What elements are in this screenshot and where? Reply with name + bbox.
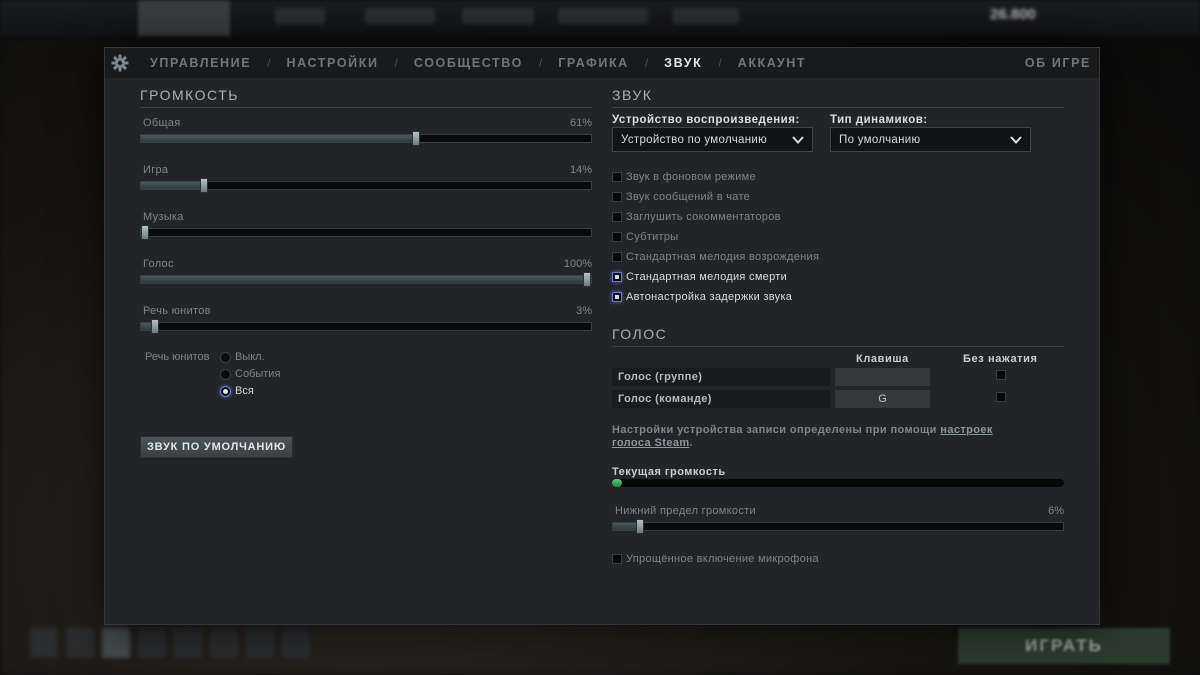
radio-label: Вся (235, 385, 254, 397)
radio-events[interactable]: События (220, 368, 280, 380)
checkbox-label: Заглушить сокомментаторов (626, 211, 781, 223)
slider-value: 14% (569, 164, 592, 176)
tab-controls[interactable]: УПРАВЛЕНИЕ (150, 56, 251, 70)
chevron-down-icon (1010, 136, 1022, 144)
slider-track[interactable] (140, 131, 592, 146)
slider-value: 3% (576, 305, 592, 317)
slider-handle[interactable] (200, 178, 208, 193)
slider-handle[interactable] (150, 319, 159, 334)
radio-group-label: Речь юнитов (145, 351, 210, 363)
slider-handle[interactable] (583, 272, 591, 287)
speaker-dropdown[interactable]: По умолчанию (830, 127, 1031, 152)
slider-handle[interactable] (636, 519, 644, 534)
checkbox-label: Упрощённое включение микрофона (626, 553, 819, 565)
voice-party-label: Голос (группе) (612, 368, 830, 386)
checkbox[interactable] (612, 292, 622, 302)
checkbox-label: Субтитры (626, 231, 679, 243)
volume-section-title: ГРОМКОСТЬ (140, 87, 592, 108)
voice-party-key-field[interactable] (835, 368, 930, 386)
sound-section-title: ЗВУК (612, 87, 1064, 108)
checkbox-label: Звук в фоновом режиме (626, 171, 756, 183)
radio-label: События (235, 368, 281, 380)
device-value: Устройство по умолчанию (621, 133, 767, 146)
checkbox-label: Стандартная мелодия смерти (626, 271, 788, 283)
slider-value: 61% (569, 117, 592, 129)
slider-label: Нижний предел громкости (615, 505, 756, 517)
radio-button[interactable] (220, 385, 231, 397)
voice-team-key-field[interactable]: G (835, 390, 930, 408)
meter-level (612, 479, 622, 487)
slider-track[interactable] (140, 272, 592, 287)
radio-button[interactable] (220, 368, 231, 380)
tab-social[interactable]: СООБЩЕСТВО (414, 56, 523, 70)
slider-label: Голос (143, 258, 174, 270)
voice-team-open-mic-checkbox[interactable] (996, 392, 1006, 402)
gear-icon[interactable] (110, 53, 130, 73)
slider-label: Общая (143, 117, 181, 129)
tab-audio[interactable]: ЗВУК (664, 56, 702, 70)
radio-all[interactable]: Вся (220, 385, 254, 397)
checkbox[interactable] (612, 172, 622, 182)
slider-value: 6% (1048, 505, 1064, 517)
checkbox[interactable] (612, 554, 622, 564)
hero-portrait (138, 0, 230, 36)
open-mic-column-header: Без нажатия (963, 353, 1038, 365)
checkbox-background-sound[interactable]: Звук в фоновом режиме (612, 171, 756, 183)
device-dropdown[interactable]: Устройство по умолчанию (612, 127, 813, 152)
tab-options[interactable]: НАСТРОЙКИ (287, 56, 379, 70)
checkbox[interactable] (612, 192, 622, 202)
radio-button[interactable] (220, 351, 231, 363)
slider-handle[interactable] (141, 225, 149, 240)
bottom-party-icons (30, 628, 310, 658)
tab-about[interactable]: ОБ ИГРЕ (1025, 56, 1091, 70)
tab-video[interactable]: ГРАФИКА (558, 56, 629, 70)
coins-display: 26.800 (990, 6, 1036, 23)
slider-track[interactable] (140, 319, 592, 334)
checkbox-auto-latency[interactable]: Автонастройка задержки звука (612, 291, 792, 303)
tab-account[interactable]: АККАУНТ (738, 56, 806, 70)
checkbox[interactable] (612, 212, 622, 222)
checkbox-label: Звук сообщений в чате (626, 191, 751, 203)
key-column-header: Клавиша (856, 353, 909, 365)
current-volume-meter (612, 479, 1064, 487)
voice-info-text: Настройки устройства записи определены п… (612, 424, 993, 449)
settings-tab-bar: УПРАВЛЕНИЕ / НАСТРОЙКИ / СООБЩЕСТВО / ГР… (105, 48, 1099, 78)
play-button[interactable]: ИГРАТЬ (958, 628, 1170, 664)
voice-party-open-mic-checkbox[interactable] (996, 370, 1006, 380)
checkbox-simple-mic[interactable]: Упрощённое включение микрофона (612, 553, 819, 565)
checkbox-respawn-music[interactable]: Стандартная мелодия возрождения (612, 251, 819, 263)
slider-label: Музыка (143, 211, 184, 223)
device-label: Устройство воспроизведения: (612, 114, 800, 126)
slider-label: Игра (143, 164, 169, 176)
checkbox-label: Стандартная мелодия возрождения (626, 251, 820, 263)
checkbox-mute-cocasters[interactable]: Заглушить сокомментаторов (612, 211, 781, 223)
checkbox-subtitles[interactable]: Субтитры (612, 231, 679, 243)
checkbox-label: Автонастройка задержки звука (626, 291, 793, 303)
checkbox[interactable] (612, 232, 622, 242)
speaker-label: Тип динамиков: (830, 114, 928, 126)
voice-team-label: Голос (команде) (612, 390, 830, 408)
slider-handle[interactable] (411, 131, 420, 146)
slider-track[interactable] (612, 519, 1064, 534)
voice-section-title: ГОЛОС (612, 326, 1064, 347)
checkbox[interactable] (612, 272, 622, 282)
radio-off[interactable]: Выкл. (220, 351, 265, 363)
checkbox[interactable] (612, 252, 622, 262)
radio-label: Выкл. (235, 351, 265, 363)
checkbox-chat-sound[interactable]: Звук сообщений в чате (612, 191, 750, 203)
current-volume-label: Текущая громкость (612, 466, 726, 478)
slider-track[interactable] (140, 225, 592, 240)
default-sound-button[interactable]: ЗВУК ПО УМОЛЧАНИЮ (140, 436, 293, 458)
slider-label: Речь юнитов (143, 305, 211, 317)
slider-track[interactable] (140, 178, 592, 193)
chevron-down-icon (792, 136, 804, 144)
checkbox-death-music[interactable]: Стандартная мелодия смерти (612, 271, 787, 283)
top-bar-background: 26.800 (0, 0, 1200, 36)
speaker-value: По умолчанию (839, 133, 921, 146)
settings-dialog: УПРАВЛЕНИЕ / НАСТРОЙКИ / СООБЩЕСТВО / ГР… (104, 47, 1100, 625)
slider-value: 100% (563, 258, 592, 270)
